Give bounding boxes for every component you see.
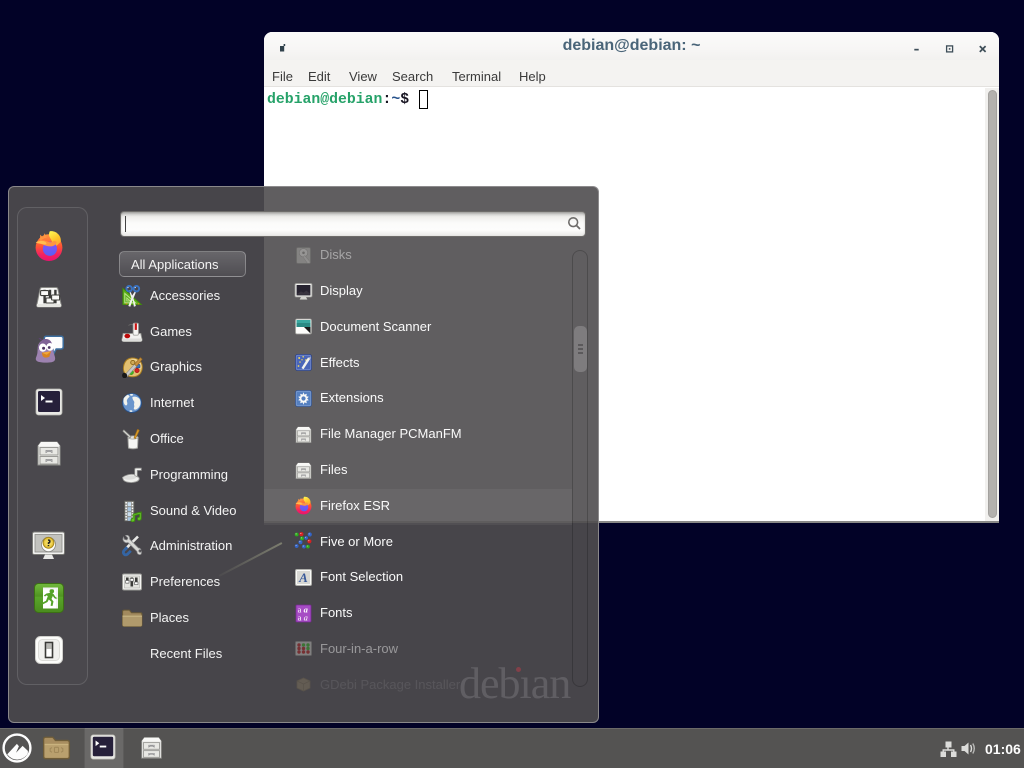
svg-text:a: a: [304, 612, 308, 622]
svg-text:A: A: [298, 570, 308, 585]
svg-text:a: a: [298, 612, 302, 622]
